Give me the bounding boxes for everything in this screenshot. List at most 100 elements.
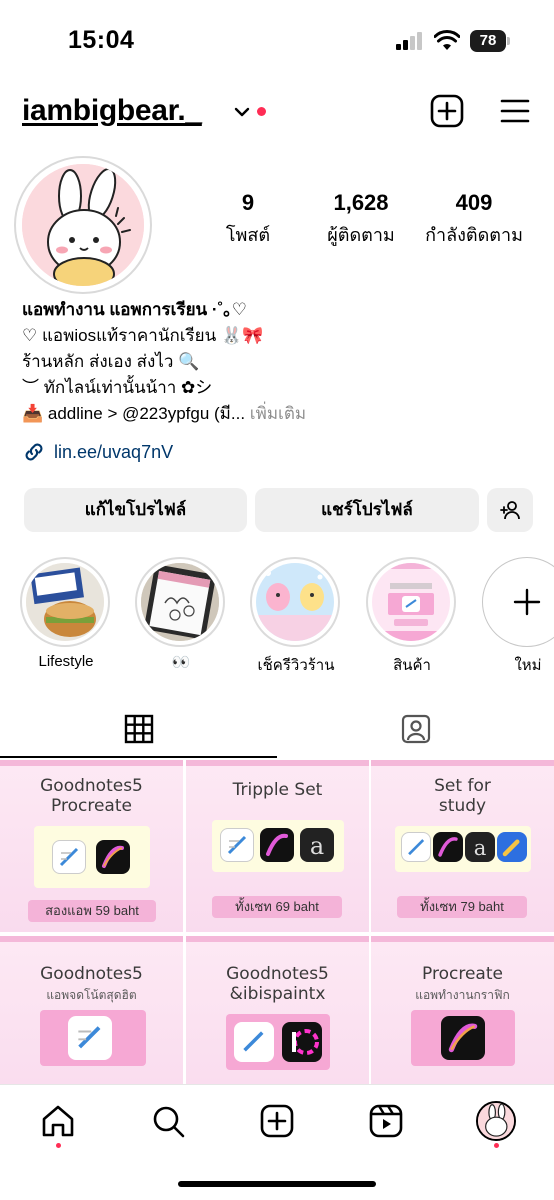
profile-header: iambigbear._ (0, 88, 554, 138)
app-icons-panel: a (212, 820, 344, 872)
procreate-app-icon (433, 832, 463, 862)
post-title: Goodnotes5 (40, 964, 143, 984)
highlight-cover-ring (366, 557, 456, 647)
profile-link-text[interactable]: lin.ee/uvaq7nV (54, 442, 173, 463)
highlight-eyes[interactable]: 👀 (135, 557, 227, 671)
post-thumbnail[interactable]: Goodnotes5 แอพจดโน้ตสุดฮิต (0, 936, 183, 1084)
posts-grid: Goodnotes5 Procreate สองแอพ 59 baht Trip… (0, 760, 554, 1084)
tagged-icon (401, 714, 430, 744)
post-thumbnail[interactable]: Goodnotes5 &ibispaintx (186, 936, 369, 1084)
highlight-reviews[interactable]: เช็ครีวิวร้าน (250, 557, 342, 677)
goodnotes-app-icon (68, 1016, 112, 1060)
create-icon[interactable] (257, 1101, 297, 1141)
highlight-cover-ring (135, 557, 225, 647)
profile-avatar[interactable] (14, 156, 152, 294)
highlight-label: เช็ครีวิวร้าน (257, 657, 335, 674)
post-title: Set for (434, 776, 491, 796)
highlight-label: 👀 (171, 654, 191, 671)
posts-count: 9 (241, 190, 255, 215)
following-count: 409 (455, 190, 493, 215)
highlight-products[interactable]: สินค้า (366, 557, 458, 677)
wifi-icon (434, 30, 460, 50)
app-icons-panel (40, 1010, 146, 1066)
new-highlight-button[interactable]: ใหม่ (482, 557, 554, 677)
post-thumbnail[interactable]: Set for study a ทั้งเซท 79 baht (371, 760, 554, 932)
stat-following[interactable]: 409 กำลังติดตาม (418, 190, 530, 249)
post-title: Procreate (51, 796, 132, 816)
post-title: Goodnotes5 (226, 964, 329, 984)
app-icons-panel (34, 826, 150, 888)
post-price: ทั้งเซท 69 baht (212, 896, 342, 918)
highlight-cover-ring (20, 557, 110, 647)
tab-posts-grid[interactable] (0, 700, 277, 758)
font-app-icon: a (300, 828, 334, 862)
share-profile-button[interactable]: แชร์โปรไฟล์ (255, 488, 479, 532)
profile-tab-avatar[interactable] (476, 1101, 516, 1141)
chevron-down-icon[interactable] (234, 104, 250, 120)
profile-link[interactable]: lin.ee/uvaq7nV (22, 439, 173, 465)
status-time: 15:04 (68, 26, 135, 54)
highlight-label: Lifestyle (38, 653, 94, 670)
post-title: Tripple Set (232, 780, 323, 800)
app-icons-panel: a (395, 826, 531, 872)
menu-icon[interactable] (500, 98, 530, 124)
app-icons-panel (226, 1014, 330, 1070)
post-subtitle: แอพจดโน้ตสุดฮิต (46, 988, 137, 1002)
post-title: &ibispaintx (229, 984, 326, 1004)
pencil-app-icon (497, 832, 527, 862)
discover-people-button[interactable] (487, 488, 533, 532)
bio-line: 📥 addline > @223ypfgu (มี... (22, 404, 246, 423)
followers-label: ผู้ติดตาม (327, 225, 395, 245)
post-title: Procreate (422, 964, 503, 984)
account-notification-dot (257, 107, 266, 116)
bio-line: ︶ ทักไลน์เท่านั้นน้าา ✿シ (22, 378, 213, 397)
grid-icon (124, 714, 153, 744)
see-more-link[interactable]: เพิ่มเติม (250, 404, 306, 423)
status-bar: 15:04 78 (0, 0, 554, 84)
highlight-lifestyle[interactable]: Lifestyle (20, 557, 112, 670)
new-post-icon[interactable] (430, 94, 464, 128)
post-title: study (438, 796, 487, 816)
reels-icon[interactable] (366, 1101, 406, 1141)
username[interactable]: iambigbear._ (22, 94, 202, 128)
post-thumbnail[interactable]: Goodnotes5 Procreate สองแอพ 59 baht (0, 760, 183, 932)
profile-notification-dot (494, 1143, 499, 1148)
highlight-cover-image (26, 563, 104, 641)
goodnotes-app-icon (234, 1022, 274, 1062)
stat-posts[interactable]: 9 โพสต์ (208, 190, 288, 249)
search-icon[interactable] (148, 1101, 188, 1141)
highlight-cover-image (372, 563, 450, 641)
bio-line: ♡ แอพiosแท้ราคานักเรียน 🐰🎀 (22, 326, 264, 345)
following-label: กำลังติดตาม (425, 225, 523, 245)
home-icon[interactable] (38, 1101, 78, 1141)
highlight-cover-image (141, 563, 219, 641)
profile-bio: แอพทำงาน แอพการเรียน ·˚｡♡ ♡ แอพiosแท้ราค… (22, 297, 542, 427)
font-app-icon: a (465, 832, 495, 862)
bio-line-truncated: 📥 addline > @223ypfgu (มี... เพิ่มเติม (22, 401, 542, 427)
signal-icon (396, 32, 426, 50)
link-icon (25, 443, 43, 461)
stat-followers[interactable]: 1,628 ผู้ติดตาม (312, 190, 410, 249)
app-icons-panel (411, 1010, 515, 1066)
add-person-icon (500, 501, 520, 520)
post-thumbnail[interactable]: Procreate แอพทำงานกราฟิก (371, 936, 554, 1084)
goodnotes-app-icon (52, 840, 86, 874)
highlight-label: สินค้า (393, 657, 431, 674)
tab-tagged[interactable] (277, 700, 554, 758)
goodnotes-app-icon (401, 832, 431, 862)
battery-icon: 78 (470, 30, 510, 52)
post-subtitle: แอพทำงานกราฟิก (415, 988, 510, 1002)
highlight-cover-image (256, 563, 334, 641)
post-thumbnail[interactable]: Tripple Set a ทั้งเซท 69 baht (186, 760, 369, 932)
edit-profile-button[interactable]: แก้ไขโปรไฟล์ (24, 488, 247, 532)
display-name: แอพทำงาน แอพการเรียน ·˚｡♡ (22, 300, 247, 319)
home-indicator (178, 1181, 376, 1187)
posts-label: โพสต์ (225, 225, 271, 245)
highlight-cover-ring (250, 557, 340, 647)
svg-text:a: a (474, 835, 487, 860)
profile-tabs (0, 700, 554, 758)
followers-count: 1,628 (333, 190, 389, 215)
plus-icon (513, 588, 541, 616)
new-highlight-ring (482, 557, 554, 647)
avatar-image (22, 164, 144, 286)
